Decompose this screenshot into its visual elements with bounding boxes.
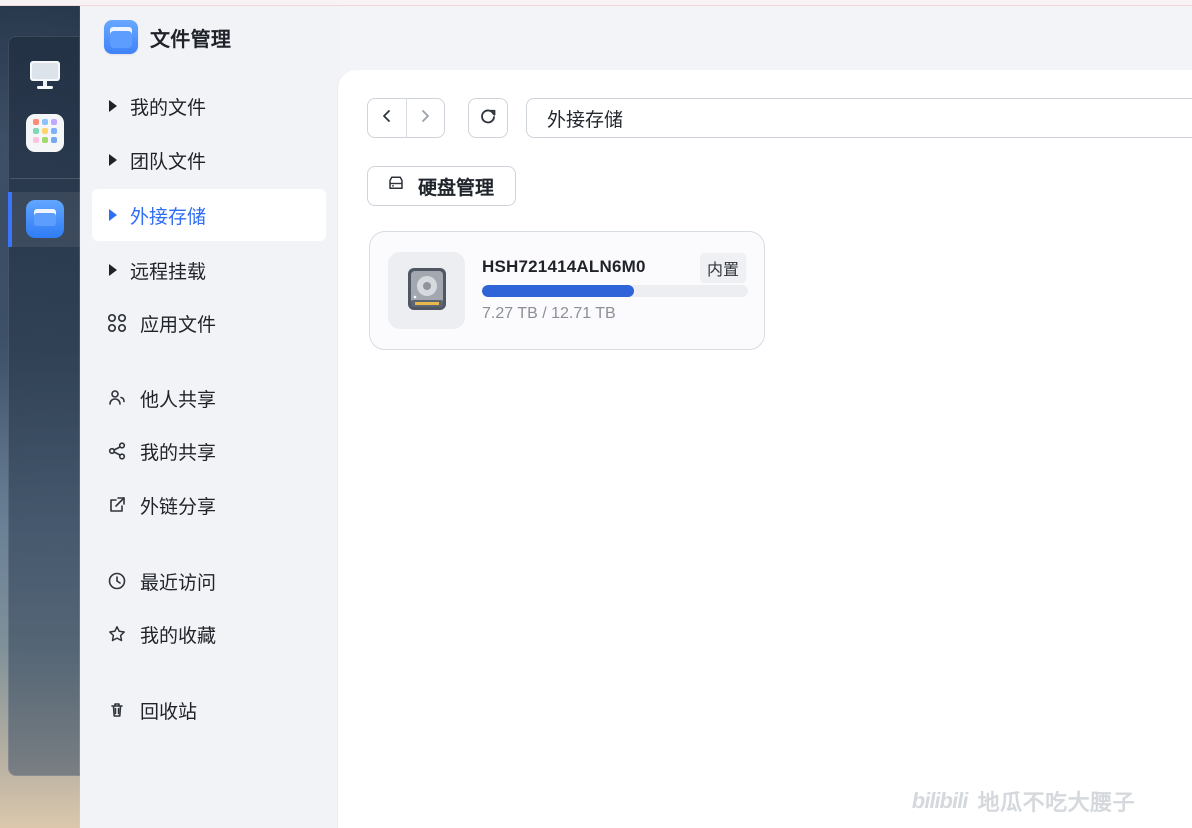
sidebar-item-label: 外接存储: [130, 206, 207, 228]
dock-file-manager-button[interactable]: [26, 200, 64, 238]
app-title: 文件管理: [150, 28, 232, 51]
shared-user-icon: [106, 387, 128, 409]
drive-icon: [386, 173, 406, 199]
dock-active-indicator: [8, 192, 12, 247]
chevron-right-icon: [106, 209, 118, 221]
monitor-icon: [26, 56, 64, 98]
sidebar-item-label: 回收站: [140, 701, 198, 723]
external-share-icon: [106, 494, 128, 516]
hard-drive-thumbnail: [388, 252, 465, 329]
hard-drive-icon: [398, 260, 456, 322]
sidebar-item-my-shares[interactable]: 我的共享: [92, 425, 326, 477]
refresh-icon: [478, 106, 498, 130]
back-button[interactable]: [368, 99, 406, 137]
sidebar-item-favorites[interactable]: 我的收藏: [92, 608, 326, 660]
apps-icon: [106, 312, 128, 334]
sidebar-item-label: 他人共享: [140, 389, 217, 411]
star-icon: [106, 623, 128, 645]
history-navigation: [367, 98, 445, 138]
file-manager-window: 文件管理 我的文件 团队文件 外接存储 远程挂载 应用文件 他人共享 我的共享 …: [0, 0, 1192, 828]
chevron-left-icon: [379, 108, 395, 128]
chevron-right-icon: [417, 108, 433, 128]
sidebar-item-team-files[interactable]: 团队文件: [92, 134, 326, 186]
dock-divider: [10, 178, 80, 179]
dock-desktop-button[interactable]: [26, 58, 64, 96]
refresh-button[interactable]: [468, 98, 508, 138]
disk-badge: 内置: [699, 253, 746, 283]
forward-button[interactable]: [405, 99, 444, 137]
folder-app-icon: [30, 202, 60, 236]
grid-app-icon: [30, 116, 60, 150]
chevron-right-icon: [106, 154, 118, 166]
sidebar-item-link-shares[interactable]: 外链分享: [92, 479, 326, 531]
folder-app-logo-icon: [104, 20, 138, 54]
app-sidebar: 文件管理 我的文件 团队文件 外接存储 远程挂载 应用文件 他人共享 我的共享 …: [80, 6, 338, 828]
path-breadcrumb-text: 外接存储: [547, 109, 624, 131]
sidebar-item-my-files[interactable]: 我的文件: [92, 80, 326, 132]
sidebar-item-recycle-bin[interactable]: 回收站: [92, 684, 326, 736]
sidebar-item-label: 外链分享: [140, 496, 217, 518]
clock-icon: [106, 570, 128, 592]
sidebar-item-label: 最近访问: [140, 572, 217, 594]
sidebar-item-label: 远程挂载: [130, 261, 207, 283]
app-header: 文件管理: [104, 20, 231, 54]
dock-launcher-button[interactable]: [26, 114, 64, 152]
sidebar-item-label: 我的文件: [130, 97, 207, 119]
sidebar-item-remote-mount[interactable]: 远程挂载: [92, 244, 326, 296]
sidebar-item-external-storage[interactable]: 外接存储: [92, 189, 326, 241]
trash-icon: [106, 699, 128, 721]
disk-name: HSH721414ALN6M0: [482, 257, 646, 276]
left-dock: [0, 6, 80, 828]
disk-usage-text: 7.27 TB / 12.71 TB: [482, 305, 616, 322]
sidebar-item-recent[interactable]: 最近访问: [92, 555, 326, 607]
sidebar-item-app-files[interactable]: 应用文件: [92, 297, 326, 349]
disk-usage-bar: [482, 285, 748, 297]
sidebar-item-label: 团队文件: [130, 151, 207, 173]
sidebar-item-label: 我的共享: [140, 442, 217, 464]
external-disk-card[interactable]: HSH721414ALN6M0 内置 7.27 TB / 12.71 TB: [369, 231, 765, 350]
chevron-right-icon: [106, 264, 118, 276]
disk-management-button[interactable]: 硬盘管理: [367, 166, 516, 206]
sidebar-item-shared-with-me[interactable]: 他人共享: [92, 372, 326, 424]
path-breadcrumb[interactable]: 外接存储: [526, 98, 1192, 138]
main-panel: 外接存储 硬盘管理 HSH721414ALN6M0 内置 7.27 TB / 1…: [338, 70, 1192, 828]
chevron-right-icon: [106, 100, 118, 112]
sidebar-item-label: 我的收藏: [140, 625, 217, 647]
share-icon: [106, 440, 128, 462]
sidebar-item-label: 应用文件: [140, 314, 217, 336]
disk-usage-fill: [482, 285, 635, 297]
disk-management-label: 硬盘管理: [418, 177, 495, 199]
